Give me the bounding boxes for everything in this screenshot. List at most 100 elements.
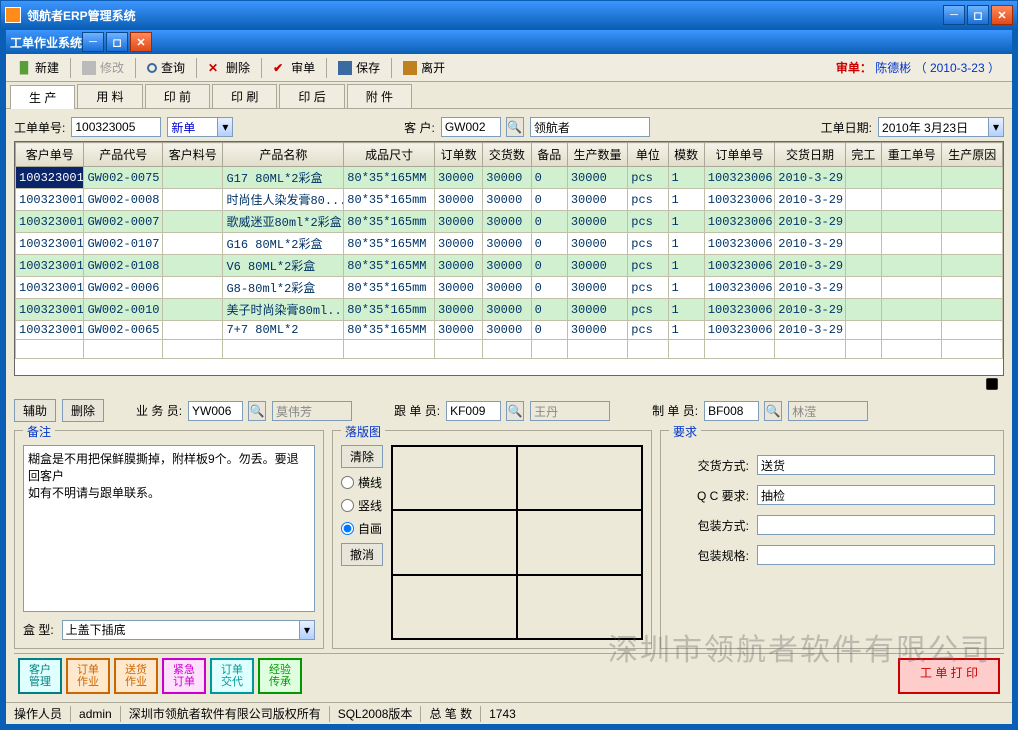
table-row[interactable]: 100323001GW002-0008时尚佳人染发膏80...80*35*165… bbox=[16, 189, 1003, 211]
free-radio[interactable]: 自画 bbox=[341, 520, 383, 537]
nav-indicator-icon bbox=[986, 378, 998, 390]
audit-info: 审单： 陈德彬 （ 2010-3-23 ） bbox=[836, 59, 1008, 76]
date-label: 工单日期: bbox=[821, 119, 872, 136]
follow-lookup-button[interactable]: 🔍 bbox=[506, 401, 524, 421]
table-row[interactable] bbox=[16, 340, 1003, 359]
cust-label: 客 户: bbox=[404, 119, 435, 136]
table-row[interactable]: 100323001GW002-0108V6 80ML*2彩盒80*35*165M… bbox=[16, 255, 1003, 277]
calendar-icon[interactable]: ▾ bbox=[988, 117, 1004, 137]
col-header[interactable]: 订单单号 bbox=[704, 143, 775, 167]
remark-textarea[interactable] bbox=[23, 445, 315, 612]
experience-button[interactable]: 经验传承 bbox=[258, 658, 302, 694]
col-header[interactable]: 交货数 bbox=[483, 143, 531, 167]
outer-title: 领航者ERP管理系统 bbox=[27, 7, 136, 24]
cust-code-input[interactable] bbox=[441, 117, 501, 137]
inner-title: 工单作业系统 bbox=[10, 34, 82, 51]
sales-lookup-button[interactable]: 🔍 bbox=[248, 401, 266, 421]
cust-lookup-button[interactable]: 🔍 bbox=[506, 117, 524, 137]
sales-name: 莫伟芳 bbox=[272, 401, 352, 421]
follow-name: 王丹 bbox=[530, 401, 610, 421]
delivery-input[interactable] bbox=[757, 455, 995, 475]
spec-input[interactable] bbox=[757, 545, 995, 565]
row-delete-button[interactable]: 删除 bbox=[62, 399, 104, 422]
pack-input[interactable] bbox=[757, 515, 995, 535]
col-header[interactable]: 产品代号 bbox=[84, 143, 163, 167]
order-work-button[interactable]: 订单作业 bbox=[66, 658, 110, 694]
inner-minimize-button[interactable]: ─ bbox=[82, 32, 104, 52]
status-combo[interactable]: ▾ bbox=[167, 117, 233, 137]
col-header[interactable]: 产品名称 bbox=[223, 143, 344, 167]
query-button[interactable]: 查询 bbox=[140, 56, 192, 79]
layout-undo-button[interactable]: 撤消 bbox=[341, 543, 383, 566]
col-header[interactable]: 生产数量 bbox=[567, 143, 627, 167]
maker-lookup-button[interactable]: 🔍 bbox=[764, 401, 782, 421]
new-button[interactable]: 新建 bbox=[10, 56, 66, 79]
outer-maximize-button[interactable]: ◻ bbox=[967, 5, 989, 25]
layout-clear-button[interactable]: 清除 bbox=[341, 445, 383, 468]
outer-close-button[interactable]: ✕ bbox=[991, 5, 1013, 25]
table-row[interactable]: 100323001GW002-0007歌威迷亚80ml*2彩盒80*35*165… bbox=[16, 211, 1003, 233]
outer-titlebar[interactable]: 领航者ERP管理系统 ─ ◻ ✕ bbox=[1, 1, 1017, 29]
col-header[interactable]: 成品尺寸 bbox=[344, 143, 435, 167]
chevron-down-icon[interactable]: ▾ bbox=[217, 117, 233, 137]
table-row[interactable]: 100323001GW002-0006G8-80ml*2彩盒80*35*165m… bbox=[16, 277, 1003, 299]
panels: 备注 盒 型: ▾ 落版图 清除 横线 bbox=[14, 426, 1004, 653]
tab-2[interactable]: 印 前 bbox=[145, 84, 210, 108]
tab-0[interactable]: 生 产 bbox=[10, 85, 75, 109]
follow-code-input[interactable] bbox=[446, 401, 501, 421]
order-handover-button[interactable]: 订单交代 bbox=[210, 658, 254, 694]
col-header[interactable]: 客户料号 bbox=[163, 143, 223, 167]
cust-name-input[interactable] bbox=[530, 117, 650, 137]
cust-mgmt-button[interactable]: 客户管理 bbox=[18, 658, 62, 694]
inner-close-button[interactable]: ✕ bbox=[130, 32, 152, 52]
col-header[interactable]: 生产原因 bbox=[942, 143, 1003, 167]
leave-button[interactable]: 离开 bbox=[396, 56, 452, 79]
inner-titlebar[interactable]: 工单作业系统 ─ ◻ ✕ bbox=[6, 30, 1012, 54]
date-combo[interactable]: ▾ bbox=[878, 117, 1004, 137]
grid-nav[interactable] bbox=[14, 376, 1004, 395]
col-header[interactable]: 客户单号 bbox=[16, 143, 84, 167]
col-header[interactable]: 完工 bbox=[845, 143, 881, 167]
delivery-work-button[interactable]: 送货作业 bbox=[114, 658, 158, 694]
col-header[interactable]: 单位 bbox=[628, 143, 668, 167]
vline-radio[interactable]: 竖线 bbox=[341, 497, 383, 514]
col-header[interactable]: 备品 bbox=[531, 143, 567, 167]
outer-window: 领航者ERP管理系统 ─ ◻ ✕ 工单作业系统 ─ ◻ ✕ 新建 修改 查询 ✕… bbox=[0, 0, 1018, 730]
edit-button[interactable]: 修改 bbox=[75, 56, 131, 79]
x-icon: ✕ bbox=[208, 61, 222, 75]
inner-maximize-button[interactable]: ◻ bbox=[106, 32, 128, 52]
data-grid[interactable]: 客户单号产品代号客户料号产品名称成品尺寸订单数交货数备品生产数量单位模数订单单号… bbox=[14, 141, 1004, 376]
table-row[interactable]: 100323001GW002-0107G16 80ML*2彩盒80*35*165… bbox=[16, 233, 1003, 255]
maker-code-input[interactable] bbox=[704, 401, 759, 421]
aux-button[interactable]: 辅助 bbox=[14, 399, 56, 422]
delete-button[interactable]: ✕删除 bbox=[201, 56, 257, 79]
search-icon bbox=[147, 63, 157, 73]
audit-button[interactable]: ✔审单 bbox=[266, 56, 322, 79]
col-header[interactable]: 交货日期 bbox=[775, 143, 846, 167]
save-button[interactable]: 保存 bbox=[331, 56, 387, 79]
disk-icon bbox=[338, 61, 352, 75]
qc-input[interactable] bbox=[757, 485, 995, 505]
order-no-input[interactable] bbox=[71, 117, 161, 137]
col-header[interactable]: 重工单号 bbox=[882, 143, 942, 167]
col-header[interactable]: 模数 bbox=[668, 143, 704, 167]
col-header[interactable]: 订单数 bbox=[434, 143, 482, 167]
tab-1[interactable]: 用 料 bbox=[77, 84, 142, 108]
chevron-down-icon[interactable]: ▾ bbox=[299, 620, 315, 640]
urgent-order-button[interactable]: 紧急订单 bbox=[162, 658, 206, 694]
tab-3[interactable]: 印 刷 bbox=[212, 84, 277, 108]
sales-code-input[interactable] bbox=[188, 401, 243, 421]
tab-5[interactable]: 附 件 bbox=[347, 84, 412, 108]
hline-radio[interactable]: 横线 bbox=[341, 474, 383, 491]
bottom-buttons: 客户管理 订单作业 送货作业 紧急订单 订单交代 经验传承 工 单 打 印 bbox=[14, 653, 1004, 698]
outer-minimize-button[interactable]: ─ bbox=[943, 5, 965, 25]
layout-canvas[interactable] bbox=[391, 445, 643, 640]
print-button[interactable]: 工 单 打 印 bbox=[898, 658, 1000, 694]
table-row[interactable]: 100323001GW002-00657+7 80ML*280*35*165MM… bbox=[16, 321, 1003, 340]
table-row[interactable]: 100323001GW002-0075G17 80ML*2彩盒80*35*165… bbox=[16, 167, 1003, 189]
statusbar: 操作人员 admin 深圳市领航者软件有限公司版权所有 SQL2008版本 总 … bbox=[6, 702, 1012, 724]
header-row: 工单单号: ▾ 客 户: 🔍 工单日期: ▾ bbox=[14, 113, 1004, 141]
table-row[interactable]: 100323001GW002-0010美子时尚染膏80ml...80*35*16… bbox=[16, 299, 1003, 321]
tab-4[interactable]: 印 后 bbox=[279, 84, 344, 108]
box-type-combo[interactable]: ▾ bbox=[62, 620, 315, 640]
